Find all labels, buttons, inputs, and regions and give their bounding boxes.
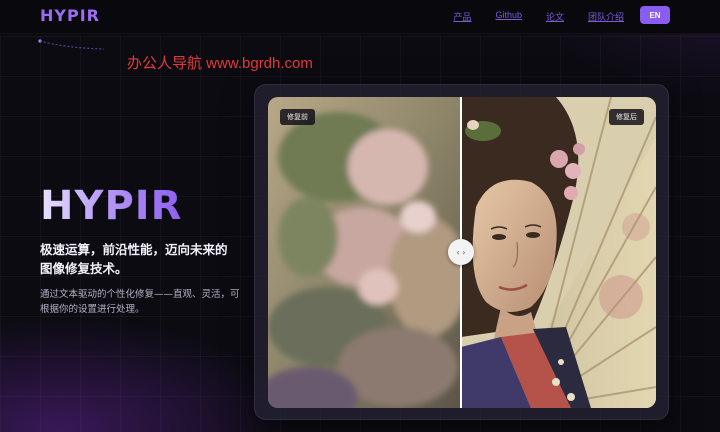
nav-link-github[interactable]: Github: [495, 10, 522, 23]
before-image-pane: [268, 97, 461, 408]
nav-link-team[interactable]: 团队介绍: [588, 10, 624, 23]
before-label-badge: 修复前: [280, 109, 315, 125]
hero-description: 通过文本驱动的个性化修复——直观、灵活，可根据你的设置进行处理。: [40, 289, 240, 315]
after-image-pane: [461, 97, 656, 408]
before-after-viewer[interactable]: ‹ › 修复前 修复后: [268, 97, 656, 408]
nav-link-paper[interactable]: 论文: [546, 10, 564, 23]
after-image: [461, 97, 656, 408]
hero-title: HYPIR: [40, 183, 183, 229]
hero-subtitle: 极速运算，前沿性能，迈向未来的图像修复技术。: [40, 242, 228, 276]
language-toggle-button[interactable]: EN: [640, 6, 670, 24]
watermark-text: 办公人导航 www.bgrdh.com: [127, 55, 313, 72]
logo[interactable]: HYPIR: [40, 6, 100, 25]
top-nav-bar: HYPIR 产品 Github 论文 团队介绍 EN: [0, 0, 720, 34]
after-label-badge: 修复后: [609, 109, 644, 125]
main-nav: 产品 Github 论文 团队介绍: [453, 10, 624, 23]
before-image: [268, 97, 461, 408]
comet-streak-decoration: [38, 39, 105, 50]
compare-slider-handle[interactable]: ‹ ›: [448, 239, 474, 265]
nav-link-product[interactable]: 产品: [453, 10, 471, 23]
